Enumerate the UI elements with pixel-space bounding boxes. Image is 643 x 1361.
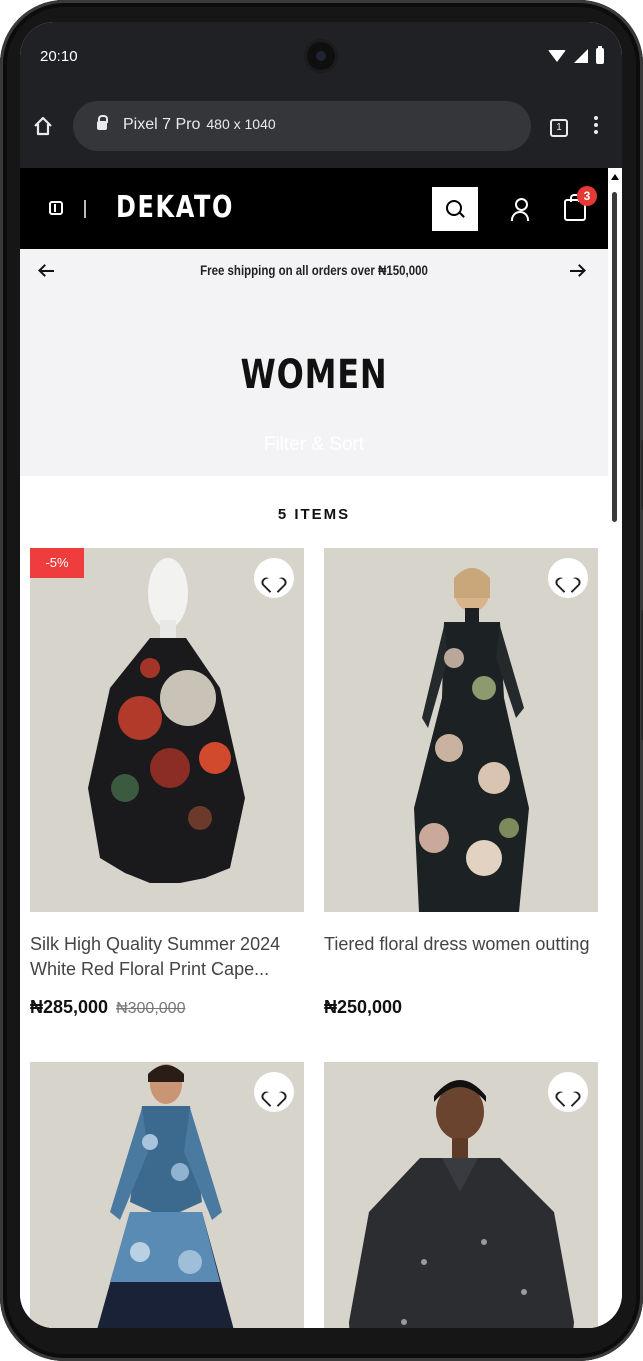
product-price: ₦285,000 ₦300,000 bbox=[30, 997, 185, 1018]
product-image[interactable]: -5% bbox=[30, 548, 304, 912]
product-card[interactable] bbox=[30, 1062, 304, 1328]
status-icons bbox=[548, 46, 604, 64]
scrollbar-thumb[interactable] bbox=[612, 192, 617, 522]
heart-icon bbox=[559, 1083, 577, 1101]
url-dims: 480 x 1040 bbox=[206, 116, 276, 132]
url-title: Pixel 7 Pro bbox=[123, 116, 201, 133]
front-camera bbox=[304, 39, 338, 73]
product-card[interactable] bbox=[324, 1062, 598, 1328]
status-time: 20:10 bbox=[40, 48, 78, 65]
collection-hero: WOMEN Filter & Sort bbox=[20, 294, 608, 476]
product-photo-floral-dress bbox=[324, 548, 598, 912]
product-title[interactable]: Silk High Quality Summer 2024 White Red … bbox=[30, 932, 304, 982]
item-count: 5 ITEMS bbox=[277, 506, 351, 523]
sidebar-icon[interactable] bbox=[49, 201, 63, 215]
heart-icon bbox=[559, 569, 577, 587]
site-header: DEKATO 3 bbox=[20, 168, 608, 249]
wishlist-button[interactable] bbox=[548, 558, 588, 598]
announcement-text: Free shipping on all orders over ₦150,00… bbox=[200, 262, 428, 278]
current-price: ₦250,000 bbox=[324, 997, 403, 1017]
arrow-left-icon[interactable] bbox=[40, 270, 54, 272]
header-divider bbox=[84, 200, 86, 218]
search-button[interactable] bbox=[432, 187, 478, 231]
scroll-up-arrow[interactable] bbox=[611, 174, 619, 180]
cart-count-badge: 3 bbox=[577, 186, 597, 206]
battery-icon bbox=[596, 46, 604, 64]
browser-menu-icon[interactable] bbox=[594, 116, 598, 136]
address-text: Pixel 7 Pro 480 x 1040 bbox=[123, 116, 276, 134]
heart-icon bbox=[265, 1083, 283, 1101]
home-icon[interactable] bbox=[32, 115, 54, 137]
product-price: ₦250,000 bbox=[324, 997, 402, 1018]
wishlist-button[interactable] bbox=[548, 1072, 588, 1112]
lock-icon bbox=[97, 115, 108, 130]
user-icon-body bbox=[511, 211, 529, 221]
screen: 20:10 Pixel 7 Pro 480 x 1040 1 DEKATO 3 … bbox=[20, 22, 622, 1328]
page-title: WOMEN bbox=[240, 352, 388, 398]
brand-logo[interactable]: DEKATO bbox=[116, 190, 234, 225]
browser-toolbar: Pixel 7 Pro 480 x 1040 1 bbox=[20, 88, 622, 168]
announcement-bar: Free shipping on all orders over ₦150,00… bbox=[20, 249, 608, 294]
product-title[interactable]: Tiered floral dress women outting bbox=[324, 932, 598, 957]
product-card[interactable]: Tiered floral dress women outting ₦250,0… bbox=[324, 548, 598, 1028]
wishlist-button[interactable] bbox=[254, 1072, 294, 1112]
search-icon-handle bbox=[459, 212, 465, 218]
current-price: ₦285,000 bbox=[30, 997, 109, 1017]
signal-icon bbox=[574, 49, 588, 63]
filter-sort-button[interactable]: Filter & Sort bbox=[20, 434, 608, 456]
product-card[interactable]: -5% Silk High Quality Summer 2024 White … bbox=[30, 548, 304, 1028]
heart-icon bbox=[265, 569, 283, 587]
product-image[interactable] bbox=[324, 548, 598, 912]
address-bar[interactable]: Pixel 7 Pro 480 x 1040 bbox=[73, 101, 531, 151]
user-icon[interactable] bbox=[511, 198, 529, 221]
wishlist-button[interactable] bbox=[254, 558, 294, 598]
device-frame: 20:10 Pixel 7 Pro 480 x 1040 1 DEKATO 3 … bbox=[0, 0, 643, 1361]
arrow-right-icon[interactable] bbox=[570, 270, 584, 272]
status-bar: 20:10 bbox=[20, 22, 622, 88]
product-image[interactable] bbox=[324, 1062, 598, 1328]
user-icon-head bbox=[515, 198, 528, 211]
product-photo-cape bbox=[30, 548, 304, 912]
discount-badge: -5% bbox=[30, 548, 84, 578]
product-image[interactable] bbox=[30, 1062, 304, 1328]
page-content: DEKATO 3 Free shipping on all orders ove… bbox=[20, 168, 608, 1328]
original-price: ₦300,000 bbox=[116, 1000, 186, 1017]
scrollbar[interactable] bbox=[608, 168, 622, 1328]
tab-switcher-button[interactable]: 1 bbox=[550, 119, 568, 137]
wifi-icon bbox=[548, 50, 566, 62]
